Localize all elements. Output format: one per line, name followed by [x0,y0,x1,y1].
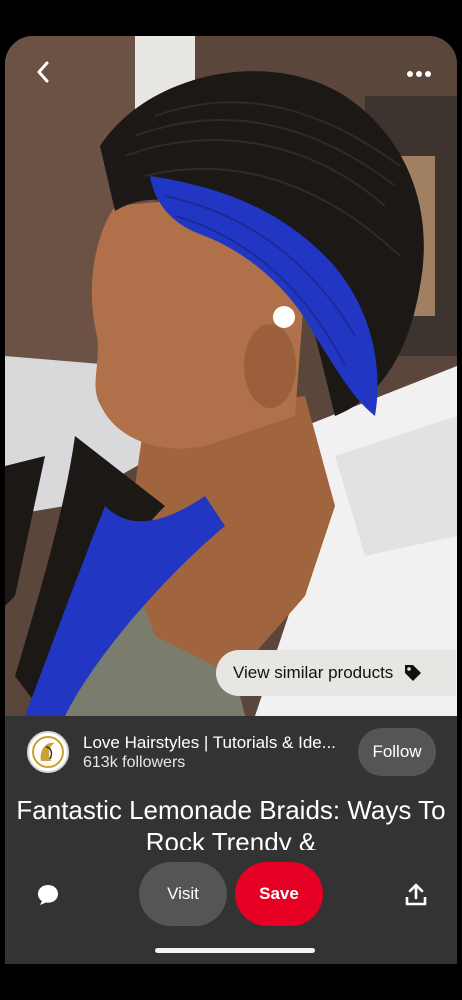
share-button[interactable] [401,880,431,910]
share-icon [405,883,427,906]
pin-title: Fantastic Lemonade Braids: Ways To Rock … [16,795,446,850]
visit-button[interactable]: Visit [139,862,227,926]
creator-avatar[interactable] [27,731,69,773]
comment-button[interactable] [33,880,63,910]
save-button[interactable]: Save [235,862,323,926]
back-button[interactable] [27,56,59,88]
creator-name[interactable]: Love Hairstyles | Tutorials & Ide... [83,733,349,753]
follower-count: 613k followers [83,754,186,771]
comment-icon [38,885,58,905]
more-options-button[interactable] [403,64,435,84]
more-horizontal-icon [407,71,431,77]
tag-icon [403,663,423,683]
pin-detail-screen: View similar products Love Hairstyles | … [0,0,462,1000]
view-similar-products-button[interactable]: View similar products [216,650,456,696]
pin-card: View similar products [5,36,457,716]
chevron-left-icon [37,61,49,83]
creator-row: Love Hairstyles | Tutorials & Ide... 613… [5,716,457,788]
view-similar-products-label: View similar products [233,663,394,682]
pin-image[interactable] [5,36,457,716]
follow-button[interactable]: Follow [358,728,436,776]
pin-info-panel: Love Hairstyles | Tutorials & Ide... 613… [5,716,457,964]
product-hotspot-dot[interactable] [273,306,295,328]
home-indicator[interactable] [155,948,315,953]
